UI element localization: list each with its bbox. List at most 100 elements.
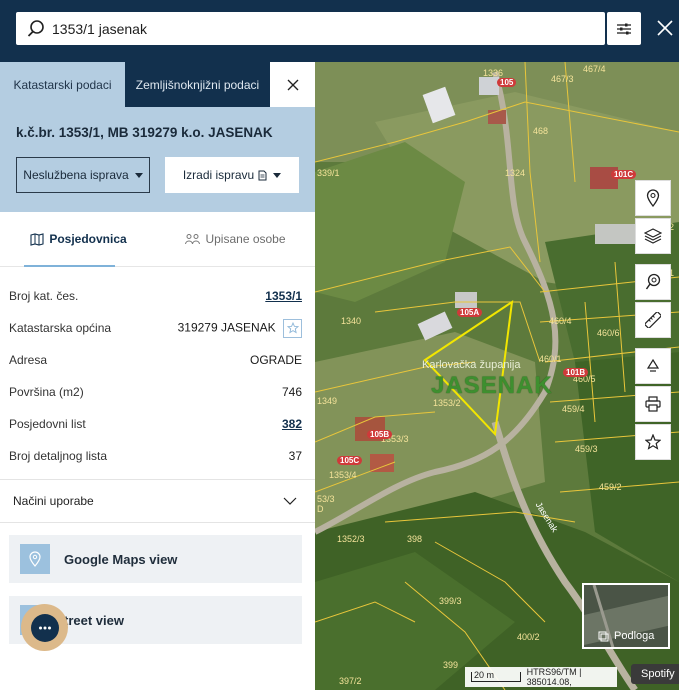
create-document-label: Izradi ispravu bbox=[182, 168, 255, 182]
usage-accordion[interactable]: Načini uporabe bbox=[0, 479, 315, 523]
close-icon bbox=[287, 79, 298, 90]
scale-bar: 20 m HTRS96/TM | 385014.08, bbox=[465, 667, 617, 687]
layers-icon bbox=[598, 631, 609, 641]
possession-sheet-link[interactable]: 382 bbox=[282, 417, 302, 431]
tab-possession[interactable]: Posjedovnica bbox=[0, 212, 157, 267]
building-tag[interactable]: 105 bbox=[497, 78, 517, 87]
parcel-header: k.č.br. 1353/1, MB 319279 k.o. JASENAK N… bbox=[0, 107, 315, 212]
tab-cadastral-data[interactable]: Katastarski podaci bbox=[0, 62, 125, 107]
google-maps-view-button[interactable]: Google Maps view bbox=[9, 535, 302, 583]
parcel-label: 399/3 bbox=[439, 596, 462, 606]
attribute-label: Adresa bbox=[9, 353, 48, 367]
attribute-row: Posjedovni list 382 bbox=[9, 408, 302, 440]
google-maps-view-label: Google Maps view bbox=[64, 551, 178, 567]
building-tag[interactable]: 101B bbox=[563, 368, 589, 377]
cadastral-municipality-value: 319279 JASENAK bbox=[177, 320, 276, 335]
attribute-row: Broj detaljnog lista 37 bbox=[9, 440, 302, 472]
parcel-label: 1353/4 bbox=[329, 470, 357, 480]
parcel-label: 459/3 bbox=[575, 444, 598, 454]
parcel-label: 398 bbox=[407, 534, 423, 544]
building-tag[interactable]: 105C bbox=[337, 456, 363, 465]
tab-registered-persons[interactable]: Upisane osobe bbox=[157, 212, 314, 266]
building-tag[interactable]: 105A bbox=[457, 308, 483, 317]
document-icon bbox=[258, 170, 267, 180]
attribute-row: Adresa OGRADE bbox=[9, 344, 302, 376]
search-location-icon bbox=[645, 273, 661, 290]
search-icon bbox=[27, 19, 44, 37]
search-box[interactable] bbox=[16, 12, 605, 45]
chat-launcher[interactable] bbox=[21, 604, 68, 651]
recycle-icon bbox=[646, 358, 660, 372]
search-location-button[interactable] bbox=[635, 264, 671, 300]
attribute-value: OGRADE bbox=[249, 353, 302, 367]
attribute-label: Površina (m2) bbox=[9, 385, 84, 399]
attribute-row: Površina (m2) 746 bbox=[9, 376, 302, 408]
tab-registered-persons-label: Upisane osobe bbox=[205, 232, 286, 246]
attribute-label: Katastarska općina bbox=[9, 321, 112, 335]
parcel-label: 53/3 bbox=[317, 494, 335, 504]
tab-possession-label: Posjedovnica bbox=[49, 232, 127, 246]
attribute-row: Katastarska općina 319279 JASENAK bbox=[9, 312, 302, 344]
county-label: Karlovačka županija bbox=[422, 359, 521, 371]
map-view[interactable]: 1336 467/3 467/4 468 339/1 1324 460/4 46… bbox=[315, 62, 679, 690]
parcel-label: 468 bbox=[533, 126, 549, 136]
spotify-widget[interactable]: Spotify bbox=[631, 664, 679, 684]
map-pin-icon bbox=[646, 189, 660, 207]
parcel-label: 1352/3 bbox=[337, 534, 365, 544]
search-input[interactable] bbox=[52, 20, 552, 37]
attribute-value: 746 bbox=[281, 385, 302, 399]
parcel-label: D bbox=[317, 504, 324, 514]
parcel-label: 400/2 bbox=[517, 632, 540, 642]
create-document-button[interactable]: Izradi ispravu bbox=[165, 157, 299, 193]
basemap-switcher[interactable]: Podloga bbox=[582, 583, 670, 649]
parcel-info-panel: Katastarski podaci Zemljišnoknjižni poda… bbox=[0, 62, 315, 690]
recycle-button[interactable] bbox=[635, 348, 671, 384]
star-icon bbox=[645, 434, 661, 450]
parcel-label: 460/4 bbox=[549, 316, 572, 326]
parcel-title: k.č.br. 1353/1, MB 319279 k.o. JASENAK bbox=[16, 125, 273, 140]
measure-button[interactable] bbox=[635, 302, 671, 338]
basemap-label: Podloga bbox=[598, 630, 654, 642]
map-pin-icon bbox=[20, 544, 50, 574]
attribute-label: Broj kat. čes. bbox=[9, 289, 79, 303]
layers-icon bbox=[644, 228, 662, 244]
map-toolbar bbox=[635, 180, 671, 462]
attribute-label: Posjedovni list bbox=[9, 417, 86, 431]
subtabs: Posjedovnica Upisane osobe bbox=[0, 212, 315, 267]
usage-accordion-label: Načini uporabe bbox=[13, 494, 94, 508]
parcel-label: 460/1 bbox=[539, 354, 562, 364]
parcel-label: 339/1 bbox=[317, 168, 340, 178]
filter-sliders-icon bbox=[617, 23, 631, 34]
tab-land-registry-data[interactable]: Zemljišnoknjižni podaci bbox=[125, 62, 270, 107]
attribute-value: 319279 JASENAK bbox=[177, 318, 302, 338]
panel-close-button[interactable] bbox=[270, 62, 315, 107]
parcel-label: 459/4 bbox=[562, 404, 585, 414]
favorites-button[interactable] bbox=[635, 424, 671, 460]
building-tag[interactable]: 105B bbox=[367, 430, 393, 439]
parcel-label: 1340 bbox=[341, 316, 362, 326]
municipality-label: JASENAK bbox=[431, 372, 553, 399]
parcel-number-link[interactable]: 1353/1 bbox=[265, 289, 302, 303]
layers-button[interactable] bbox=[635, 218, 671, 254]
panel-tabs: Katastarski podaci Zemljišnoknjižni poda… bbox=[0, 62, 315, 107]
parcel-label: 399 bbox=[443, 660, 459, 670]
attribute-label: Broj detaljnog lista bbox=[9, 449, 108, 463]
parcel-label: 1349 bbox=[317, 396, 338, 406]
street-view-label: treet view bbox=[64, 612, 124, 628]
printer-icon bbox=[645, 396, 661, 412]
chevron-down-icon bbox=[273, 172, 282, 178]
building-tag[interactable]: 101C bbox=[611, 170, 637, 179]
ruler-icon bbox=[645, 312, 661, 328]
location-button[interactable] bbox=[635, 180, 671, 216]
scale-line: 20 m bbox=[471, 670, 521, 682]
favorite-button[interactable] bbox=[283, 318, 302, 338]
basemap-label-text: Podloga bbox=[614, 630, 655, 642]
print-button[interactable] bbox=[635, 386, 671, 422]
people-icon bbox=[185, 234, 201, 245]
scale-label: 20 m bbox=[474, 670, 495, 680]
informal-document-button[interactable]: Neslužbena isprava bbox=[16, 157, 150, 193]
close-icon[interactable] bbox=[654, 17, 676, 39]
filter-button[interactable] bbox=[607, 12, 641, 45]
chevron-down-icon bbox=[134, 172, 143, 178]
parcel-label: 459/2 bbox=[599, 482, 622, 492]
